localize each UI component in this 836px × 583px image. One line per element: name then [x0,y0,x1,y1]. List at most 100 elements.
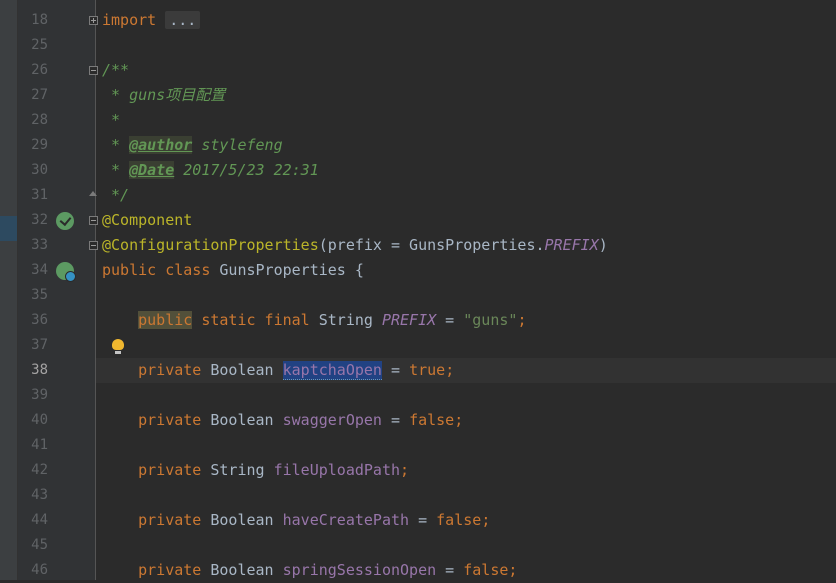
code-token: false [463,561,509,579]
code-token: private [138,361,202,379]
tool-window-strip [0,0,18,580]
code-token: ; [508,561,518,579]
fold-plus-icon[interactable] [89,16,98,25]
code-token: * [102,111,121,129]
code-token: ) [598,236,608,254]
code-token: ; [517,311,527,329]
code-line[interactable]: private Boolean haveCreatePath = false; [96,508,836,533]
code-line[interactable] [96,533,836,558]
code-token: Boolean [201,561,283,579]
code-token: Boolean [201,511,283,529]
code-token: ; [400,461,410,479]
line-number: 36 [31,312,48,328]
code-token: String [309,311,382,329]
code-token: 2017/5/23 22:31 [174,161,319,179]
code-line[interactable]: * [96,108,836,133]
code-line[interactable] [96,283,836,308]
code-token: = [436,311,464,329]
code-line[interactable]: */ [96,183,836,208]
bean-implementation-icon[interactable] [56,262,76,282]
code-line[interactable] [96,333,836,358]
line-number: 30 [31,162,48,178]
line-number: 41 [31,437,48,453]
code-token: ; [445,361,455,379]
code-editor[interactable]: import ... /** * guns项目配置 * * @author sty… [96,0,836,580]
strip-marker [0,216,17,241]
code-token: = [381,361,410,379]
code-token: private [138,461,202,479]
code-line[interactable]: @ConfigurationProperties(prefix = GunsPr… [96,233,836,258]
code-token: kaptchaOpen [282,361,382,380]
line-number: 35 [31,287,48,303]
code-line[interactable]: * @author stylefeng [96,133,836,158]
code-line[interactable] [96,33,836,58]
fold-minus-icon[interactable] [89,66,98,75]
fold-end-icon[interactable] [89,191,98,200]
code-token: * [102,161,130,179]
fold-minus-icon[interactable] [89,216,98,225]
line-number: 25 [31,37,48,53]
code-token: import [102,11,157,29]
code-token: private [138,411,202,429]
code-line[interactable]: private String fileUploadPath; [96,458,836,483]
code-token: springSessionOpen [282,561,437,579]
line-number: 44 [31,512,48,528]
code-line[interactable]: private Boolean springSessionOpen = fals… [96,558,836,583]
line-number: 38 [31,362,48,378]
line-number: 31 [31,187,48,203]
code-token: @author [129,136,193,154]
line-number: 42 [31,462,48,478]
code-token: Boolean [201,411,283,429]
code-token: haveCreatePath [282,511,410,529]
code-line[interactable]: import ... [96,8,836,33]
bean-icon[interactable] [56,212,74,230]
code-line[interactable]: * guns项目配置 [96,83,836,108]
code-token: = [381,411,410,429]
line-number: 27 [31,87,48,103]
code-token: @Component [102,211,193,229]
line-number: 29 [31,137,48,153]
line-number: 33 [31,237,48,253]
line-number: 40 [31,412,48,428]
code-token: (prefix = GunsProperties. [318,236,545,254]
code-token: GunsProperties { [210,261,364,279]
code-token: String [201,461,274,479]
code-token: @ConfigurationProperties [102,236,319,254]
lightbulb-icon[interactable] [112,339,124,355]
code-token: fileUploadPath [273,461,401,479]
code-token: false [409,411,455,429]
code-line[interactable]: * @Date 2017/5/23 22:31 [96,158,836,183]
line-number: 43 [31,487,48,503]
code-line[interactable]: /** [96,58,836,83]
code-line[interactable]: private Boolean kaptchaOpen = true; [96,358,836,383]
code-token: = [409,511,437,529]
fold-minus-icon[interactable] [89,241,98,250]
code-token: public class [102,261,211,279]
line-number: 39 [31,387,48,403]
code-token: private [138,561,202,579]
code-line[interactable]: @Component [96,208,836,233]
code-line[interactable] [96,483,836,508]
code-line[interactable]: public static final String PREFIX = "gun… [96,308,836,333]
code-line[interactable]: private Boolean swaggerOpen = false; [96,408,836,433]
code-line[interactable] [96,383,836,408]
code-line[interactable] [96,433,836,458]
line-number: 45 [31,537,48,553]
code-token: swaggerOpen [282,411,382,429]
code-token: static final [192,311,310,329]
code-token: public [138,311,193,329]
code-token: false [436,511,482,529]
code-token: /** [102,61,130,79]
code-token: ; [454,411,464,429]
line-number: 37 [31,337,48,353]
code-token: * guns项目配置 [102,86,226,104]
code-token: PREFIX [381,311,437,329]
code-token: PREFIX [544,236,599,254]
code-token: ; [481,511,491,529]
code-line[interactable]: public class GunsProperties { [96,258,836,283]
